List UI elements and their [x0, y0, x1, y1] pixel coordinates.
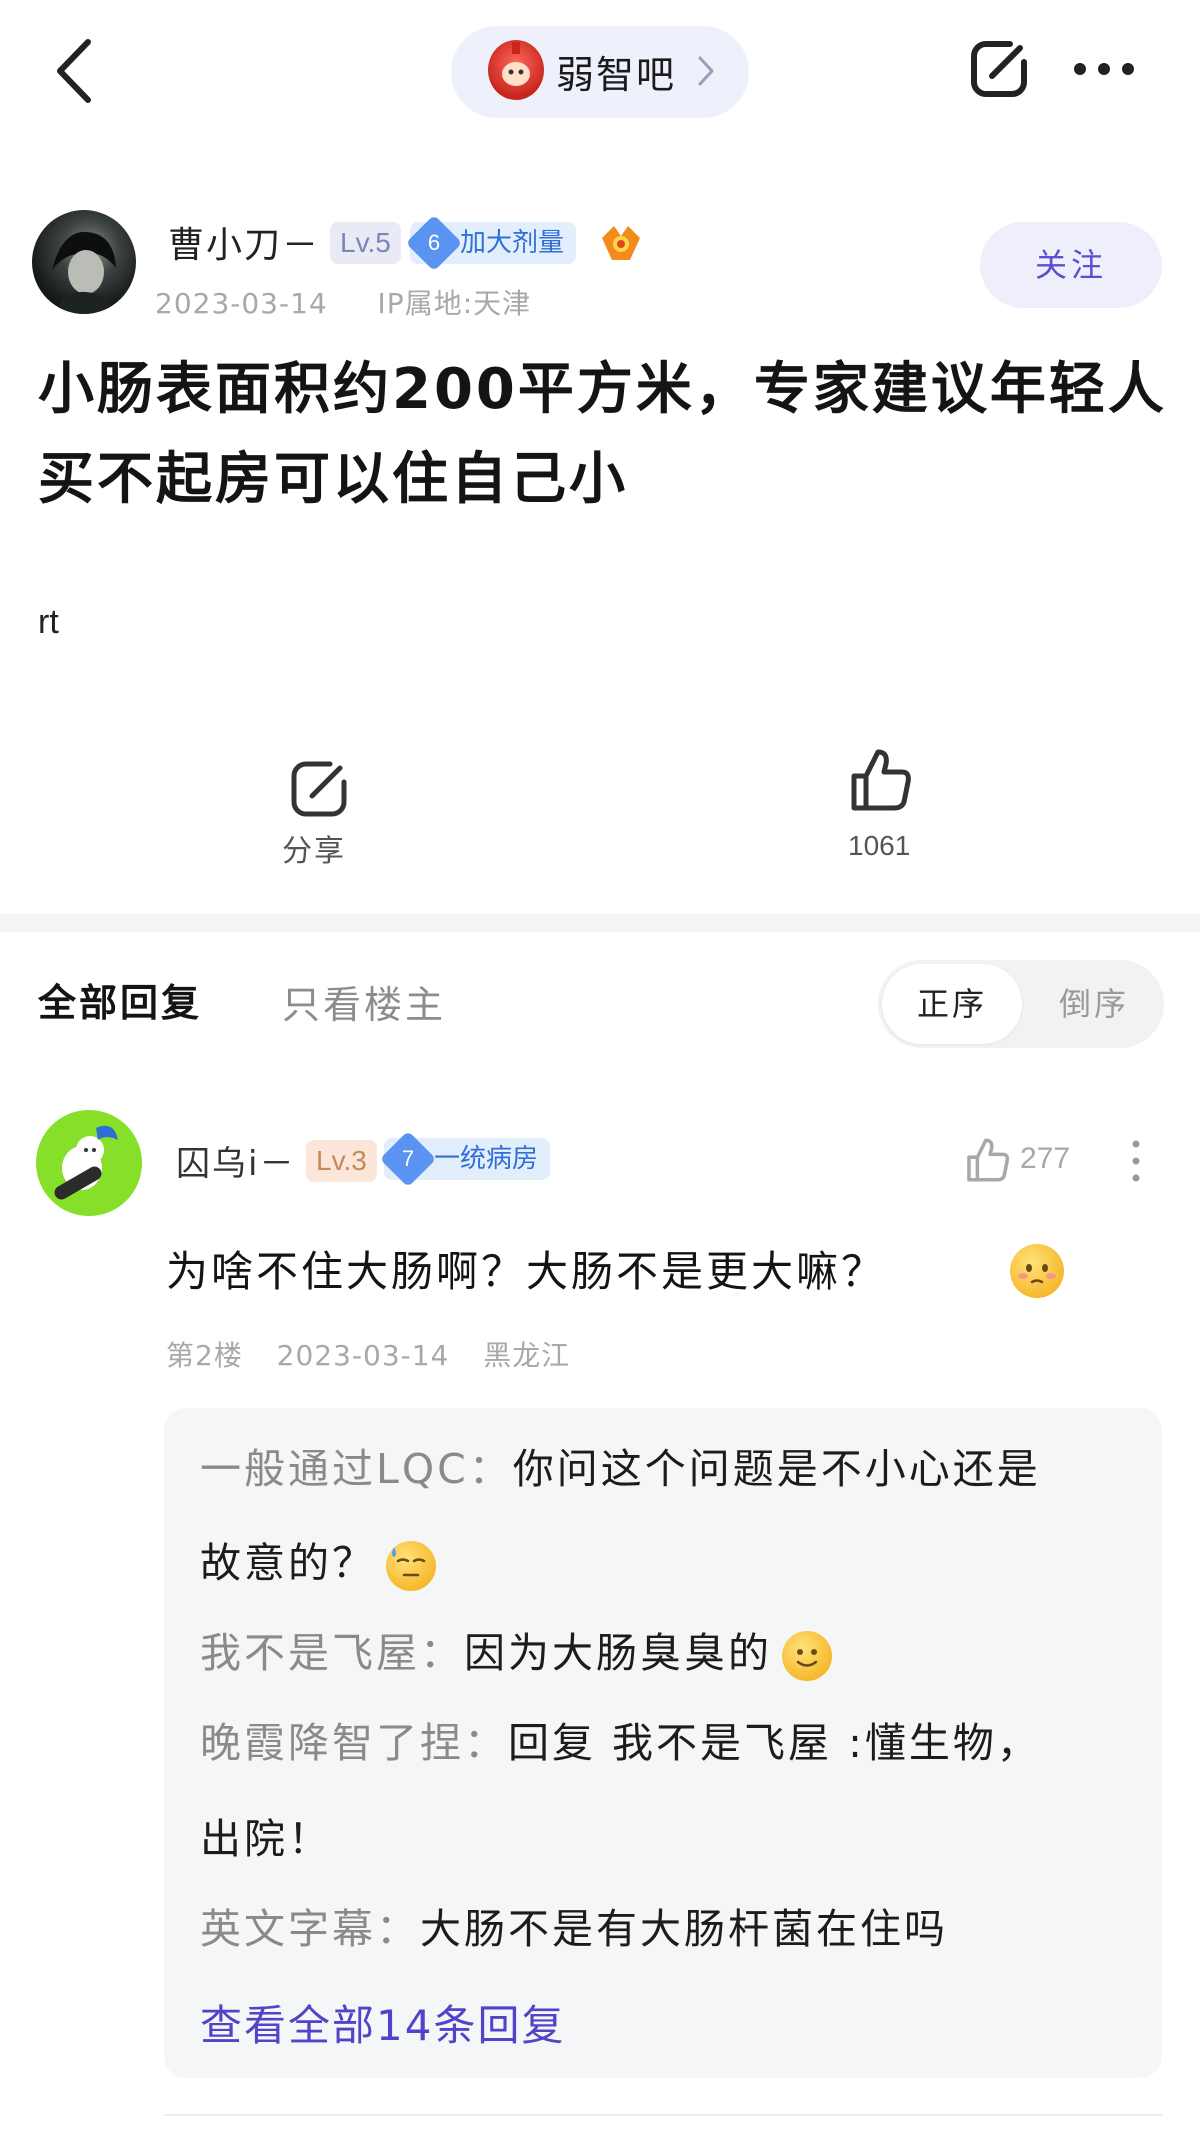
reply-rank-badge: 7 一统病房: [379, 1130, 551, 1188]
chevron-left-icon: [57, 39, 91, 103]
tab-all-replies[interactable]: 全部回复: [38, 972, 202, 1027]
follow-button[interactable]: 关注: [980, 222, 1162, 308]
reply-rank-number: 7: [401, 1146, 415, 1171]
like-count: 1061: [848, 830, 911, 861]
blush-emoji-icon: [1010, 1244, 1064, 1298]
sub-reply-3[interactable]: 晚霞降智了捏：回复 我不是飞屋 :懂生物，: [200, 1718, 1041, 1768]
reply-author-avatar[interactable]: [36, 1110, 142, 1216]
forum-avatar: [488, 40, 544, 100]
more-vertical-icon[interactable]: [1128, 1138, 1144, 1184]
reply-author-name[interactable]: 囚乌i－: [176, 1136, 295, 1185]
share-icon[interactable]: [966, 36, 1032, 102]
sort-desc-button[interactable]: 倒序: [1030, 964, 1158, 1044]
chevron-right-icon: [698, 56, 714, 86]
sub-reply-3-cont: 出院！: [200, 1814, 332, 1864]
sub-reply-1-cont: 故意的？: [200, 1538, 436, 1591]
more-icon[interactable]: [1072, 60, 1136, 78]
sub-reply-2[interactable]: 我不是飞屋：因为大肠臭臭的: [200, 1628, 832, 1681]
rank-number: 6: [427, 230, 441, 255]
reply-rank-title: 一统病房: [434, 1144, 539, 1174]
sub-reply-text: 你问这个问题是不小心还是: [512, 1445, 1041, 1493]
ip-location: IP属地:天津: [377, 287, 532, 320]
reply-divider: [164, 2114, 1162, 2116]
sub-reply-user[interactable]: 我不是飞屋：: [200, 1629, 464, 1677]
reply-level-badge: Lv.3: [306, 1140, 377, 1182]
reply-text: 为啥不住大肠啊？大肠不是更大嘛？: [166, 1247, 887, 1296]
rank-badge: 6 加大剂量: [405, 214, 577, 272]
post-meta: 2023-03-14 IP属地:天津: [155, 282, 531, 322]
medal-icon: [602, 226, 640, 260]
back-button[interactable]: [48, 36, 108, 106]
sub-reply-text: 因为大肠臭臭的: [464, 1629, 772, 1677]
sub-reply-text: 出院！: [200, 1815, 332, 1863]
sort-asc-button[interactable]: 正序: [882, 964, 1022, 1044]
tab-op-only[interactable]: 只看楼主: [282, 974, 446, 1029]
thumbs-up-icon[interactable]: [964, 1136, 1012, 1184]
thumbs-up-icon[interactable]: [848, 746, 914, 814]
sub-reply-text: 故意的？: [200, 1539, 376, 1587]
sub-reply-1[interactable]: 一般通过LQC：你问这个问题是不小心还是: [200, 1444, 1041, 1494]
reply-floor: 第2楼: [166, 1339, 243, 1372]
sub-reply-user[interactable]: 一般通过LQC：: [200, 1445, 513, 1493]
share-icon[interactable]: [286, 756, 352, 822]
forum-name[interactable]: 弱智吧: [556, 44, 676, 99]
sub-reply-4[interactable]: 英文字幕：大肠不是有大肠杆菌在住吗: [200, 1904, 948, 1954]
post-title: 小肠表面积约200平方米，专家建议年轻人买不起房可以住自己小: [38, 357, 1167, 512]
sub-reply-user[interactable]: 英文字幕：: [200, 1905, 420, 1953]
post-body: rt: [38, 603, 59, 641]
rank-title: 加大剂量: [460, 228, 565, 258]
smile-emoji-icon: [782, 1631, 832, 1681]
reply-meta: 第2楼 2023-03-14 黑龙江: [166, 1334, 570, 1374]
author-avatar[interactable]: [32, 210, 136, 314]
reply-date: 2023-03-14: [276, 1339, 450, 1372]
sub-reply-text: 大肠不是有大肠杆菌在住吗: [420, 1905, 948, 1953]
reply-like-count: 277: [1020, 1142, 1071, 1175]
author-name[interactable]: 曹小刀－: [168, 216, 320, 268]
sweat-emoji-icon: [386, 1541, 436, 1591]
reply-location: 黑龙江: [483, 1339, 571, 1372]
share-label[interactable]: 分享: [282, 826, 346, 870]
section-divider: [0, 914, 1200, 932]
see-all-replies-link[interactable]: 查看全部14条回复: [200, 1992, 565, 2053]
sub-reply-text: 回复 我不是飞屋 :懂生物，: [508, 1719, 1041, 1767]
post-date: 2023-03-14: [155, 287, 328, 320]
sub-reply-user[interactable]: 晚霞降智了捏：: [200, 1719, 508, 1767]
level-badge: Lv.5: [330, 222, 401, 264]
